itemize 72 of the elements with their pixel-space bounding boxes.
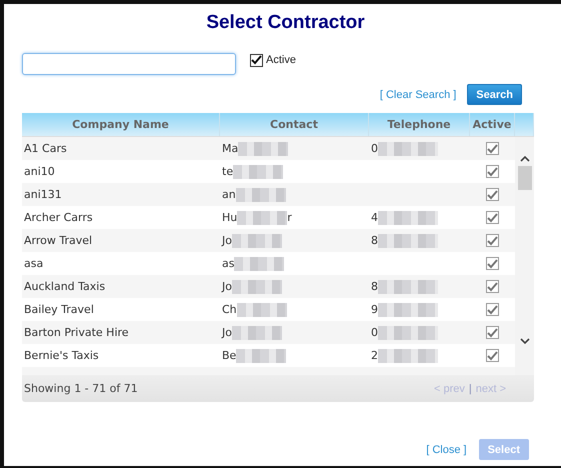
redaction-block	[378, 280, 438, 294]
table-cell-text: ani131	[23, 187, 63, 203]
active-checkbox[interactable]	[486, 188, 499, 201]
table-cell-text: Arrow Travel	[23, 233, 94, 249]
active-checkbox[interactable]	[486, 326, 499, 339]
search-button[interactable]: Search	[467, 84, 522, 105]
active-checkbox[interactable]	[486, 165, 499, 178]
cell-text: 8	[371, 234, 378, 247]
redaction-block	[378, 302, 438, 316]
cell-text: te	[222, 165, 234, 178]
table-cell-text: A1 Cars	[23, 141, 68, 157]
redaction-block	[237, 210, 288, 224]
redaction-block	[236, 188, 286, 202]
table-cell-text: asa	[23, 256, 44, 272]
redaction-block	[232, 234, 282, 248]
cell-text: Jo	[222, 326, 232, 339]
cell-text: 8	[371, 280, 378, 293]
active-checkbox[interactable]	[250, 54, 263, 66]
table-cell-text: Bernie's Taxis	[23, 348, 100, 364]
redaction-block	[378, 210, 438, 224]
separator: |	[468, 382, 472, 394]
close-link[interactable]: [ Close ]	[426, 444, 467, 456]
table-cell-text: ani10	[23, 164, 56, 180]
cell-text: 0	[371, 142, 378, 155]
redaction-block	[232, 280, 282, 294]
active-checkbox[interactable]	[486, 257, 499, 270]
redaction-block	[378, 234, 438, 248]
column-header[interactable]: Company Name	[22, 113, 220, 136]
search-field[interactable]	[22, 53, 236, 75]
redaction-block	[232, 326, 282, 340]
redaction-block	[378, 326, 438, 340]
table-cell-text: Barton Private Hire	[23, 325, 130, 341]
column-header[interactable]: Telephone	[369, 113, 470, 136]
redaction-block	[233, 164, 284, 178]
clear-search-link[interactable]: [ Clear Search ]	[380, 88, 456, 100]
cell-text: Ma	[222, 142, 238, 155]
cell-text: 2	[371, 349, 378, 362]
cell-text: 0	[371, 326, 378, 339]
active-checkbox[interactable]	[486, 142, 499, 155]
scrollbar[interactable]	[515, 137, 534, 375]
redaction-block	[378, 142, 438, 156]
checkbox-label: Active	[266, 54, 296, 66]
active-checkbox[interactable]	[486, 303, 499, 316]
cell-text: 4	[371, 211, 378, 224]
redaction-block	[234, 256, 284, 270]
scrollbar-thumb[interactable]	[518, 166, 532, 190]
table-cell-text: Archer Carrs	[23, 210, 94, 226]
redaction-block	[236, 302, 287, 316]
column-header[interactable]: Active	[470, 113, 515, 136]
table-cell-text: Auckland Taxis	[23, 279, 106, 295]
dialog-title: Select Contractor	[206, 12, 365, 34]
scroll-up-icon[interactable]	[520, 155, 530, 162]
active-checkbox[interactable]	[486, 280, 499, 293]
cell-text: an	[222, 188, 236, 201]
redaction-block	[378, 348, 438, 362]
active-checkbox[interactable]	[486, 234, 499, 247]
active-checkbox[interactable]	[486, 211, 499, 224]
record-count: Showing 1 - 71 of 71	[24, 382, 138, 395]
cell-text: r	[287, 211, 292, 224]
redaction-block	[236, 348, 286, 362]
cell-text: Jo	[222, 280, 232, 293]
cell-text: 9	[371, 303, 378, 316]
scroll-down-icon[interactable]	[520, 338, 530, 345]
cell-text: Jo	[222, 234, 232, 247]
cell-text: Hu	[222, 211, 238, 224]
table-cell-text: Bailey Travel	[23, 302, 95, 318]
active-checkbox[interactable]	[486, 349, 499, 362]
cell-text: Ch	[222, 303, 237, 316]
column-header[interactable]: Contact	[220, 113, 369, 136]
redaction-block	[238, 142, 288, 156]
cell-text: Be	[222, 349, 236, 362]
cell-text: as	[222, 257, 234, 270]
